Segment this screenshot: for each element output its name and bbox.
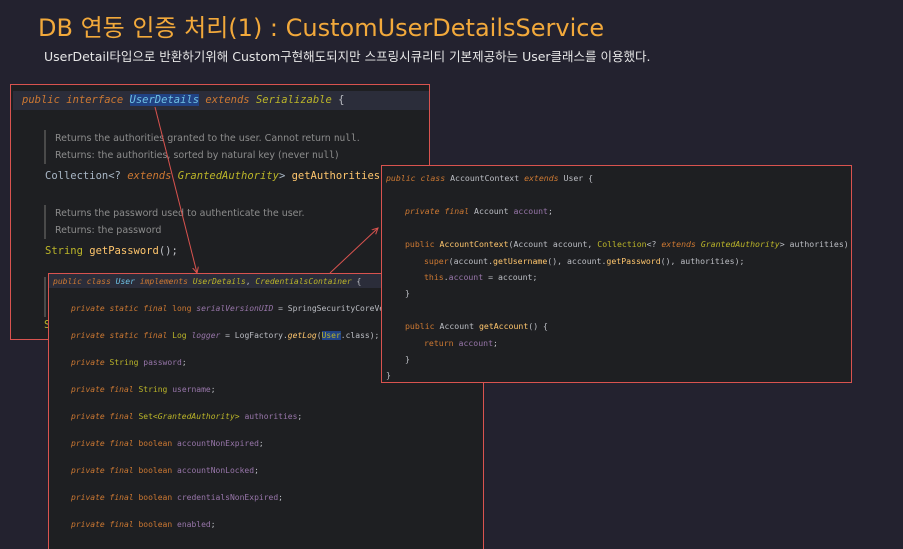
arrow-userdetails-to-user	[154, 106, 197, 273]
connector-arrows	[154, 106, 903, 549]
arrow-user-to-accountcontext	[329, 228, 378, 274]
